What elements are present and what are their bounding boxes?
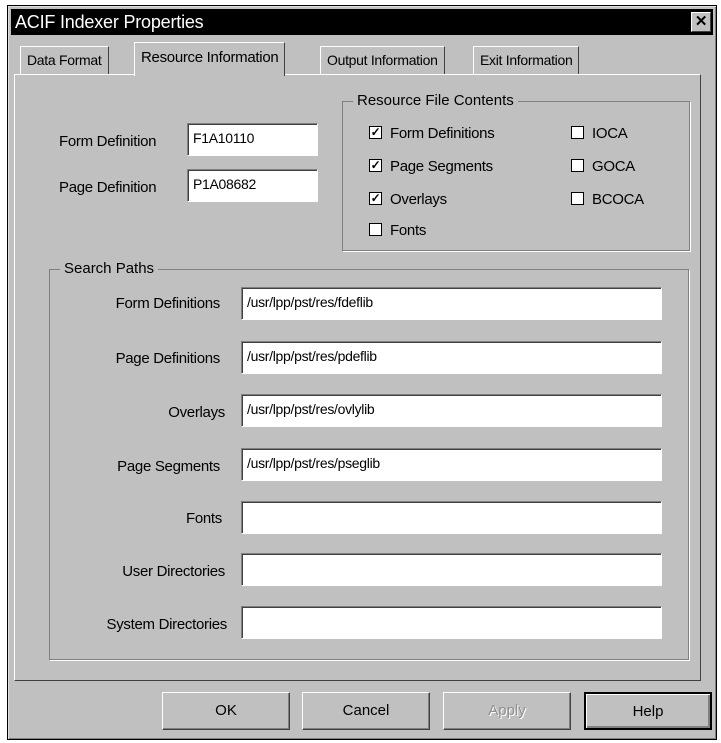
- ioca-checkbox[interactable]: IOCA: [571, 125, 628, 142]
- form-definitions-path-input[interactable]: /usr/lpp/pst/res/fdeflib: [241, 287, 662, 320]
- checkbox-box: ✓: [369, 159, 382, 172]
- checkbox-label: Page Segments: [390, 158, 493, 175]
- resource-file-contents-group: Resource File Contents ✓ Form Definitions…: [342, 92, 690, 251]
- fonts-path-input[interactable]: [241, 501, 662, 534]
- cancel-button[interactable]: Cancel: [302, 692, 430, 730]
- checkbox-box: [571, 192, 584, 205]
- close-icon: ✕: [694, 13, 708, 30]
- check-icon: ✓: [370, 125, 381, 139]
- checkbox-box: ✓: [369, 126, 382, 139]
- checkbox-box: ✓: [369, 192, 382, 205]
- search-path-label-fonts: Fonts: [185, 510, 222, 527]
- search-paths-title: Search Paths: [60, 260, 159, 278]
- checkbox-label: Form Definitions: [390, 125, 495, 142]
- checkbox-label: IOCA: [592, 125, 628, 142]
- search-path-label-user-directories: User Directories: [122, 563, 225, 580]
- checkbox-box: [571, 126, 584, 139]
- page-definition-label: Page Definition: [59, 179, 157, 196]
- tab-label: Exit Information: [480, 52, 573, 68]
- help-button[interactable]: Help: [584, 692, 712, 730]
- checkbox-label: Fonts: [390, 222, 427, 239]
- tab-output-information[interactable]: Output Information: [320, 46, 445, 74]
- form-definition-input[interactable]: F1A10110: [187, 123, 318, 156]
- search-path-label-form-definitions: Form Definitions: [115, 295, 221, 312]
- search-path-label-overlays: Overlays: [168, 404, 225, 421]
- title-bar[interactable]: ACIF Indexer Properties ✕: [11, 9, 713, 35]
- check-icon: ✓: [370, 158, 381, 172]
- bcoca-checkbox[interactable]: BCOCA: [571, 192, 644, 208]
- tab-label: Data Format: [27, 52, 102, 68]
- tab-exit-information[interactable]: Exit Information: [473, 46, 580, 74]
- check-icon: ✓: [370, 191, 381, 205]
- tab-panel: Form Definition F1A10110 Page Definition…: [14, 74, 701, 681]
- form-definition-label: Form Definition: [59, 133, 157, 150]
- checkbox-box: [571, 159, 584, 172]
- search-path-label-page-definitions: Page Definitions: [115, 350, 221, 367]
- checkbox-label: GOCA: [592, 158, 635, 175]
- goca-checkbox[interactable]: GOCA: [571, 159, 635, 175]
- apply-button[interactable]: Apply: [443, 692, 571, 730]
- checkbox-label: Overlays: [390, 191, 447, 208]
- user-directories-path-input[interactable]: [241, 553, 662, 586]
- tab-data-format[interactable]: Data Format: [20, 46, 109, 74]
- system-directories-path-input[interactable]: [241, 606, 662, 639]
- overlays-path-input[interactable]: /usr/lpp/pst/res/ovlylib: [241, 394, 662, 427]
- search-path-label-page-segments: Page Segments: [117, 458, 220, 475]
- close-button[interactable]: ✕: [691, 12, 711, 32]
- tab-resource-information[interactable]: Resource Information: [134, 42, 286, 76]
- checkbox-box: [369, 223, 382, 236]
- tab-label: Output Information: [327, 52, 438, 68]
- form-definitions-checkbox[interactable]: ✓ Form Definitions: [369, 125, 495, 142]
- tab-label: Resource Information: [141, 49, 279, 66]
- ok-button[interactable]: OK: [162, 692, 290, 730]
- fonts-checkbox[interactable]: Fonts: [369, 223, 426, 239]
- overlays-checkbox[interactable]: ✓ Overlays: [369, 192, 447, 208]
- checkbox-label: BCOCA: [592, 191, 644, 208]
- window-title: ACIF Indexer Properties: [15, 12, 204, 32]
- page-segments-path-input[interactable]: /usr/lpp/pst/res/pseglib: [241, 448, 662, 481]
- search-path-label-system-directories: System Directories: [106, 616, 228, 633]
- page-definitions-path-input[interactable]: /usr/lpp/pst/res/pdeflib: [241, 341, 662, 374]
- resource-file-contents-title: Resource File Contents: [353, 92, 518, 110]
- page-segments-checkbox[interactable]: ✓ Page Segments: [369, 159, 493, 175]
- page-definition-input[interactable]: P1A08682: [187, 169, 318, 202]
